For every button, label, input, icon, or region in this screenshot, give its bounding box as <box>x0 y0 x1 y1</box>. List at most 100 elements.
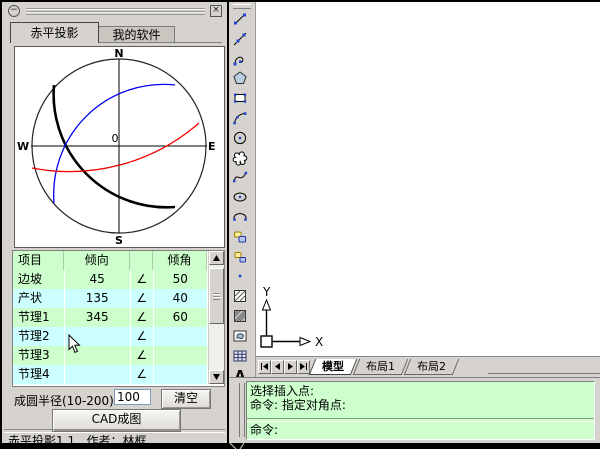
clear-button[interactable]: 清空 <box>161 389 211 409</box>
construction-line-icon[interactable] <box>231 30 251 50</box>
cell-dip-angle[interactable] <box>154 365 207 384</box>
command-splitter-grip[interactable] <box>239 383 245 437</box>
multiline-text-icon[interactable]: A <box>231 366 251 377</box>
spline-icon[interactable] <box>231 168 251 188</box>
cell-item[interactable]: 节理2 <box>13 327 65 346</box>
polyline-icon[interactable] <box>231 50 251 70</box>
table-row[interactable]: 边坡 45 ∠ 50 <box>13 270 207 290</box>
scrollbar-thumb[interactable] <box>209 268 224 324</box>
cell-dip-angle[interactable]: 40 <box>154 289 207 308</box>
header-angle <box>130 251 153 270</box>
label-north: N <box>114 47 123 60</box>
tab-label: 我的软件 <box>112 28 160 42</box>
tab-label: 赤平投影 <box>30 26 78 40</box>
table-row[interactable]: 节理2 ∠ <box>13 327 207 347</box>
table-row[interactable]: 节理3 ∠ <box>13 346 207 366</box>
ucs-icon: Y X <box>258 285 324 354</box>
table-row[interactable]: 节理1 345 ∠ 60 <box>13 308 207 328</box>
table-scrollbar[interactable] <box>208 251 224 384</box>
layout-tab-bar: 模型 布局1 布局2 <box>256 356 600 377</box>
command-history: 选择插入点: 命令: 指定对角点: <box>247 384 594 412</box>
hatch-icon[interactable] <box>231 287 251 307</box>
angle-icon: ∠ <box>131 327 154 346</box>
insert-block-icon[interactable] <box>231 228 251 248</box>
rollup-icon[interactable]: − <box>8 5 20 17</box>
angle-icon: ∠ <box>131 308 154 327</box>
tab-label: 模型 <box>322 360 344 374</box>
radius-label: 成圆半径(10-200) <box>14 392 114 409</box>
region-icon[interactable] <box>231 327 251 347</box>
cell-dip-direction[interactable]: 345 <box>65 308 131 327</box>
bottom-edge <box>0 443 600 449</box>
revision-cloud-icon[interactable] <box>231 149 251 169</box>
svg-text:A: A <box>235 369 246 377</box>
rectangle-icon[interactable] <box>231 89 251 109</box>
tab-layout2[interactable]: 布局2 <box>404 359 459 375</box>
table-header-row: 项目 倾向 倾角 <box>13 251 207 271</box>
toolbar-grip[interactable] <box>233 4 251 9</box>
point-icon[interactable] <box>231 267 251 287</box>
angle-icon: ∠ <box>131 346 154 365</box>
cell-dip-angle[interactable]: 60 <box>154 308 207 327</box>
draw-toolbar: A <box>229 2 256 377</box>
cell-item[interactable]: 产状 <box>13 289 65 308</box>
command-window: 选择插入点: 命令: 指定对角点: 命令: <box>229 377 600 443</box>
prev-tab-icon[interactable] <box>271 360 284 374</box>
first-tab-icon[interactable] <box>258 360 271 374</box>
drawing-canvas[interactable]: Y X <box>256 2 600 356</box>
scroll-down-icon[interactable] <box>209 370 224 384</box>
orientation-table: 项目 倾向 倾角 边坡 45 ∠ 50 产状 135 ∠ 40 节理1 345 … <box>12 250 225 387</box>
scroll-up-icon[interactable] <box>209 251 224 265</box>
panel-titlebar[interactable]: − × <box>4 4 225 18</box>
cell-dip-direction[interactable]: 45 <box>65 270 131 289</box>
command-text-area[interactable]: 选择插入点: 命令: 指定对角点: 命令: <box>246 381 595 440</box>
header-item: 项目 <box>13 251 64 270</box>
tab-layout1[interactable]: 布局1 <box>353 359 408 375</box>
cell-item[interactable]: 节理1 <box>13 308 65 327</box>
draw-toolbar-items: A <box>229 10 255 377</box>
cell-dip-direction[interactable]: 135 <box>65 289 131 308</box>
command-prompt[interactable]: 命令: <box>247 423 594 437</box>
header-dip-angle: 倾角 <box>153 251 207 270</box>
radius-input[interactable] <box>114 389 151 405</box>
line-icon[interactable] <box>231 10 251 30</box>
thumb-grip <box>213 293 220 300</box>
table-row[interactable]: 产状 135 ∠ 40 <box>13 289 207 309</box>
ucs-y-label: Y <box>262 285 271 299</box>
ellipse-icon[interactable] <box>231 188 251 208</box>
command-divider[interactable] <box>247 418 594 422</box>
polygon-icon[interactable] <box>231 69 251 89</box>
great-circle-red <box>32 123 199 172</box>
stereonet-svg: N S W E 0 <box>15 47 222 245</box>
tab-baseline <box>488 373 600 374</box>
tab-stereographic-projection[interactable]: 赤平投影 <box>10 22 99 43</box>
table-row[interactable]: 节理4 ∠ <box>13 365 207 385</box>
arc-icon[interactable] <box>231 109 251 129</box>
cell-dip-angle[interactable] <box>154 327 207 346</box>
next-tab-icon[interactable] <box>284 360 297 374</box>
label-south: S <box>115 234 123 245</box>
cell-dip-angle[interactable] <box>154 346 207 365</box>
cell-item[interactable]: 节理4 <box>13 365 65 384</box>
make-block-icon[interactable] <box>231 248 251 268</box>
last-tab-icon[interactable] <box>297 360 310 374</box>
application-window: − × 赤平投影 我的软件 N S W E 0 <box>0 0 600 449</box>
command-history-line: 选择插入点: <box>247 384 594 398</box>
gradient-icon[interactable] <box>231 307 251 327</box>
titlebar-grip[interactable] <box>26 8 205 15</box>
close-icon[interactable]: × <box>210 5 222 17</box>
ellipse-arc-icon[interactable] <box>231 208 251 228</box>
circle-icon[interactable] <box>231 129 251 149</box>
cell-item[interactable]: 边坡 <box>13 270 65 289</box>
stereonet-plot: N S W E 0 <box>14 46 225 248</box>
tab-my-software[interactable]: 我的软件 <box>98 26 175 43</box>
command-history-line: 命令: 指定对角点: <box>247 398 594 412</box>
cell-item[interactable]: 节理3 <box>13 346 65 365</box>
cell-dip-angle[interactable]: 50 <box>154 270 207 289</box>
table-icon[interactable] <box>231 347 251 367</box>
label-center: 0 <box>112 132 119 145</box>
tab-label: 布局2 <box>417 360 446 374</box>
ucs-x-label: X <box>315 335 323 349</box>
tab-model[interactable]: 模型 <box>309 359 357 375</box>
cell-dip-direction[interactable] <box>65 365 131 384</box>
